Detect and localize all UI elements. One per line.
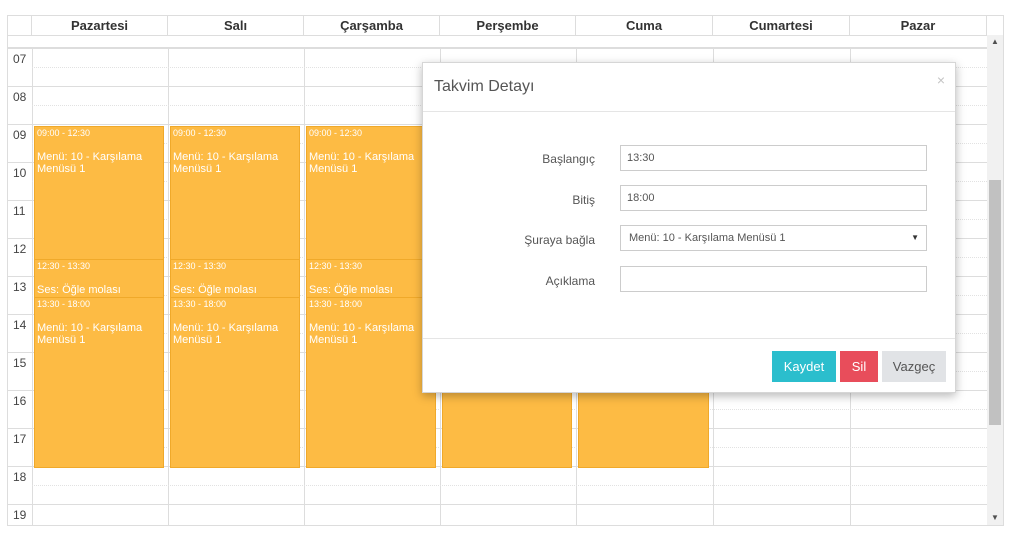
event-time: 12:30 - 13:30	[309, 261, 363, 271]
event-wednesday-afternoon-menu[interactable]: 13:30 - 18:00 Menü: 10 - Karşılama Menüs…	[306, 297, 436, 468]
column-divider	[32, 48, 33, 525]
modal-footer-divider	[423, 338, 955, 339]
event-time: 13:30 - 18:00	[173, 299, 227, 309]
time-axis-header	[8, 16, 32, 35]
event-monday-morning-menu[interactable]: 09:00 - 12:30 Menü: 10 - Karşılama Menüs…	[34, 126, 164, 261]
event-time: 09:00 - 12:30	[37, 128, 91, 138]
event-title: Menü: 10 - Karşılama Menüsü 1	[309, 151, 415, 175]
hour-label: 13	[13, 280, 27, 294]
delete-button[interactable]: Sil	[840, 351, 878, 382]
column-divider	[304, 48, 305, 525]
day-header-saturday: Cumartesi	[713, 16, 850, 35]
link-select-value: Menü: 10 - Karşılama Menüsü 1	[629, 232, 786, 244]
caret-down-icon: ▼	[911, 233, 919, 242]
day-header-sunday: Pazar	[850, 16, 987, 35]
event-monday-afternoon-menu[interactable]: 13:30 - 18:00 Menü: 10 - Karşılama Menüs…	[34, 297, 164, 468]
event-tuesday-morning-menu[interactable]: 09:00 - 12:30 Menü: 10 - Karşılama Menüs…	[170, 126, 300, 261]
event-time: 12:30 - 13:30	[173, 261, 227, 271]
hour-label: 17	[13, 432, 27, 446]
scrollbar-thumb[interactable]	[989, 180, 1001, 425]
hour-label: 12	[13, 242, 27, 256]
arrow-down-icon[interactable]: ▼	[987, 511, 1003, 525]
event-title: Ses: Öğle molası	[309, 284, 393, 296]
arrow-up-icon[interactable]: ▲	[987, 35, 1003, 49]
event-time: 12:30 - 13:30	[37, 261, 91, 271]
event-title: Ses: Öğle molası	[173, 284, 257, 296]
link-label: Şuraya bağla	[524, 233, 595, 247]
event-wednesday-morning-menu[interactable]: 09:00 - 12:30 Menü: 10 - Karşılama Menüs…	[306, 126, 436, 261]
hour-label: 15	[13, 356, 27, 370]
hour-row-line	[8, 504, 987, 505]
close-icon[interactable]: ×	[937, 72, 945, 88]
event-time: 13:30 - 18:00	[309, 299, 363, 309]
link-select[interactable]: Menü: 10 - Karşılama Menüsü 1 ▼	[620, 225, 927, 251]
end-label: Bitiş	[572, 193, 595, 207]
hour-label: 10	[13, 166, 27, 180]
event-wednesday-lunch-break[interactable]: 12:30 - 13:30 Ses: Öğle molası	[306, 259, 436, 299]
day-header-thursday: Perşembe	[440, 16, 576, 35]
start-time-input[interactable]	[620, 145, 927, 171]
event-title: Menü: 10 - Karşılama Menüsü 1	[173, 151, 279, 175]
hour-row-line	[8, 48, 987, 49]
event-tuesday-afternoon-menu[interactable]: 13:30 - 18:00 Menü: 10 - Karşılama Menüs…	[170, 297, 300, 468]
modal-title: Takvim Detayı	[434, 78, 535, 95]
hour-label: 11	[13, 204, 26, 218]
day-header-monday: Pazartesi	[32, 16, 168, 35]
end-time-input[interactable]	[620, 185, 927, 211]
description-input[interactable]	[620, 266, 927, 292]
event-title: Ses: Öğle molası	[37, 284, 121, 296]
day-header-friday: Cuma	[576, 16, 713, 35]
save-button[interactable]: Kaydet	[772, 351, 836, 382]
hour-label: 19	[13, 508, 27, 522]
event-time: 13:30 - 18:00	[37, 299, 91, 309]
calendar-detail-modal: Takvim Detayı × Başlangıç Bitiş Şuraya b…	[422, 62, 956, 393]
hour-label: 08	[13, 90, 27, 104]
hour-label: 18	[13, 470, 27, 484]
description-label: Açıklama	[545, 274, 595, 288]
event-tuesday-lunch-break[interactable]: 12:30 - 13:30 Ses: Öğle molası	[170, 259, 300, 299]
event-title: Menü: 10 - Karşılama Menüsü 1	[37, 322, 143, 346]
vertical-scrollbar[interactable]: ▲ ▼	[987, 35, 1003, 525]
column-divider	[168, 48, 169, 525]
event-title: Menü: 10 - Karşılama Menüsü 1	[309, 322, 415, 346]
start-label: Başlangıç	[542, 152, 595, 166]
event-time: 09:00 - 12:30	[173, 128, 227, 138]
event-monday-lunch-break[interactable]: 12:30 - 13:30 Ses: Öğle molası	[34, 259, 164, 299]
hour-label: 09	[13, 128, 27, 142]
event-title: Menü: 10 - Karşılama Menüsü 1	[37, 151, 143, 175]
day-header-tuesday: Salı	[168, 16, 304, 35]
all-day-row	[8, 35, 987, 48]
calendar-header: Pazartesi Salı Çarşamba Perşembe Cuma Cu…	[8, 16, 987, 35]
hour-label: 14	[13, 318, 27, 332]
cancel-button[interactable]: Vazgeç	[882, 351, 946, 382]
half-hour-line	[32, 485, 987, 486]
event-time: 09:00 - 12:30	[309, 128, 363, 138]
modal-header-divider	[423, 111, 955, 112]
event-title: Menü: 10 - Karşılama Menüsü 1	[173, 322, 279, 346]
hour-label: 16	[13, 394, 27, 408]
hour-label: 07	[13, 52, 27, 66]
day-header-wednesday: Çarşamba	[304, 16, 440, 35]
